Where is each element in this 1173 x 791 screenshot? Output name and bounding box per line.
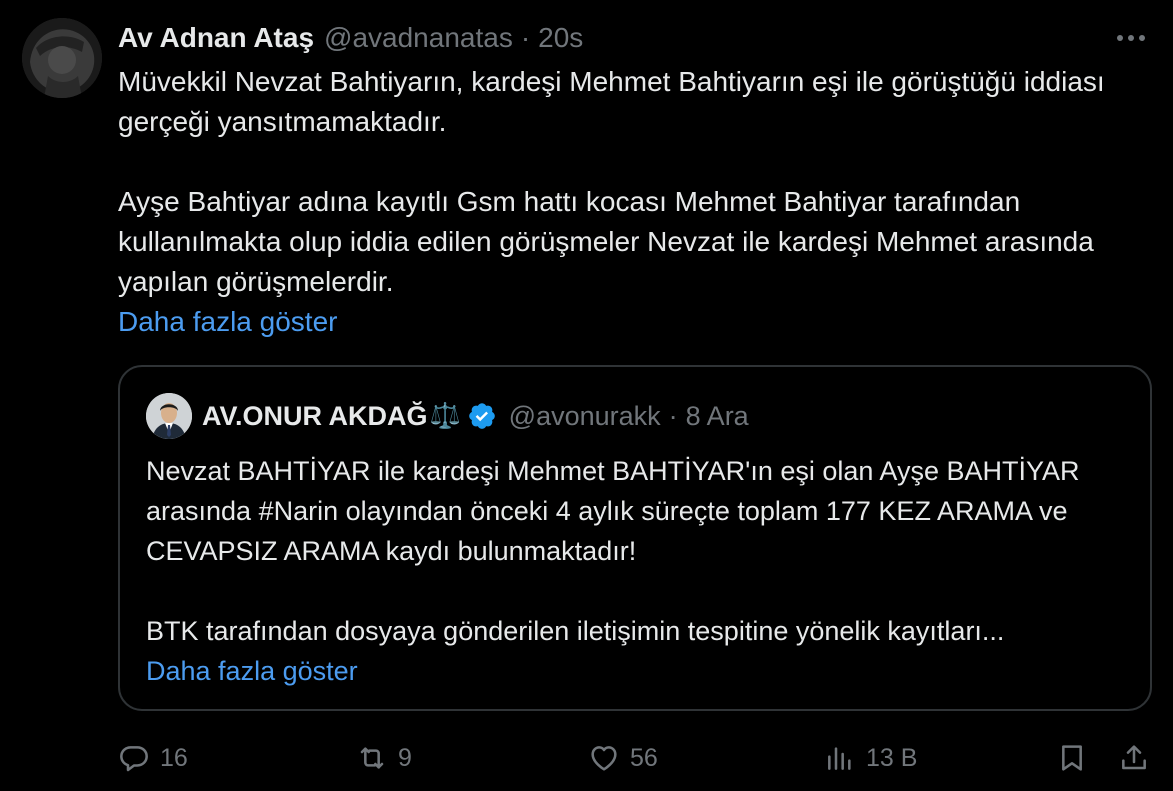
- views-icon: [828, 747, 851, 770]
- views-count: 13 B: [866, 743, 918, 772]
- quoted-tweet-timestamp[interactable]: 8 Ara: [686, 401, 749, 432]
- quoted-tweet-card[interactable]: AV.ONUR AKDAĞ ⚖️ @avonurakk · 8 Ara Nevz…: [118, 365, 1152, 711]
- quoted-show-more-link[interactable]: Daha fazla göster: [146, 651, 1136, 691]
- reply-icon: [120, 746, 148, 772]
- tweet-paragraph: Ayşe Bahtiyar adına kayıtlı Gsm hattı ko…: [118, 186, 1094, 297]
- reply-count: 16: [160, 743, 188, 772]
- author-name[interactable]: Av Adnan Ataş: [118, 22, 314, 54]
- separator-dot: ·: [520, 22, 531, 53]
- like-count: 56: [630, 743, 658, 772]
- show-more-link[interactable]: Daha fazla göster: [118, 302, 1138, 342]
- verified-badge-icon: [467, 401, 497, 431]
- like-button[interactable]: 56: [588, 735, 658, 781]
- share-icon: [1122, 745, 1146, 770]
- quoted-author-handle[interactable]: @avonurakk: [509, 401, 661, 432]
- tweet-header: Av Adnan Ataş @avadnanatas · 20s: [118, 20, 583, 56]
- quoted-paragraph: Nevzat BAHTİYAR ile kardeşi Mehmet BAHTİ…: [146, 456, 1080, 566]
- more-options-button[interactable]: [1111, 24, 1151, 52]
- retweet-count: 9: [398, 743, 412, 772]
- separator-dot: ·: [668, 400, 678, 431]
- quoted-tweet-header: AV.ONUR AKDAĞ ⚖️ @avonurakk · 8 Ara: [202, 397, 749, 435]
- tweet-action-bar: 16 9 56 13 B: [118, 735, 1153, 781]
- reply-button[interactable]: 16: [118, 735, 188, 781]
- retweet-icon: [360, 747, 384, 769]
- bookmark-button[interactable]: [1056, 735, 1088, 781]
- tweet-timestamp[interactable]: 20s: [538, 22, 583, 54]
- heart-icon: [591, 746, 617, 771]
- author-avatar[interactable]: [22, 18, 102, 98]
- quoted-author-name[interactable]: AV.ONUR AKDAĞ: [202, 401, 428, 432]
- tweet-paragraph: Müvekkil Nevzat Bahtiyarın, kardeşi Mehm…: [118, 66, 1105, 137]
- quoted-author-avatar[interactable]: [146, 393, 192, 439]
- scales-emoji-icon: ⚖️: [429, 401, 461, 430]
- bookmark-icon: [1062, 745, 1082, 771]
- quoted-tweet-text: Nevzat BAHTİYAR ile kardeşi Mehmet BAHTİ…: [146, 451, 1136, 691]
- share-button[interactable]: [1118, 735, 1150, 781]
- tweet-text: Müvekkil Nevzat Bahtiyarın, kardeşi Mehm…: [118, 62, 1138, 342]
- views-button[interactable]: 13 B: [824, 735, 917, 781]
- author-handle[interactable]: @avadnanatas: [324, 22, 513, 54]
- retweet-button[interactable]: 9: [356, 735, 412, 781]
- quoted-paragraph: BTK tarafından dosyaya gönderilen iletiş…: [146, 616, 1005, 646]
- more-horizontal-icon: [1117, 35, 1145, 41]
